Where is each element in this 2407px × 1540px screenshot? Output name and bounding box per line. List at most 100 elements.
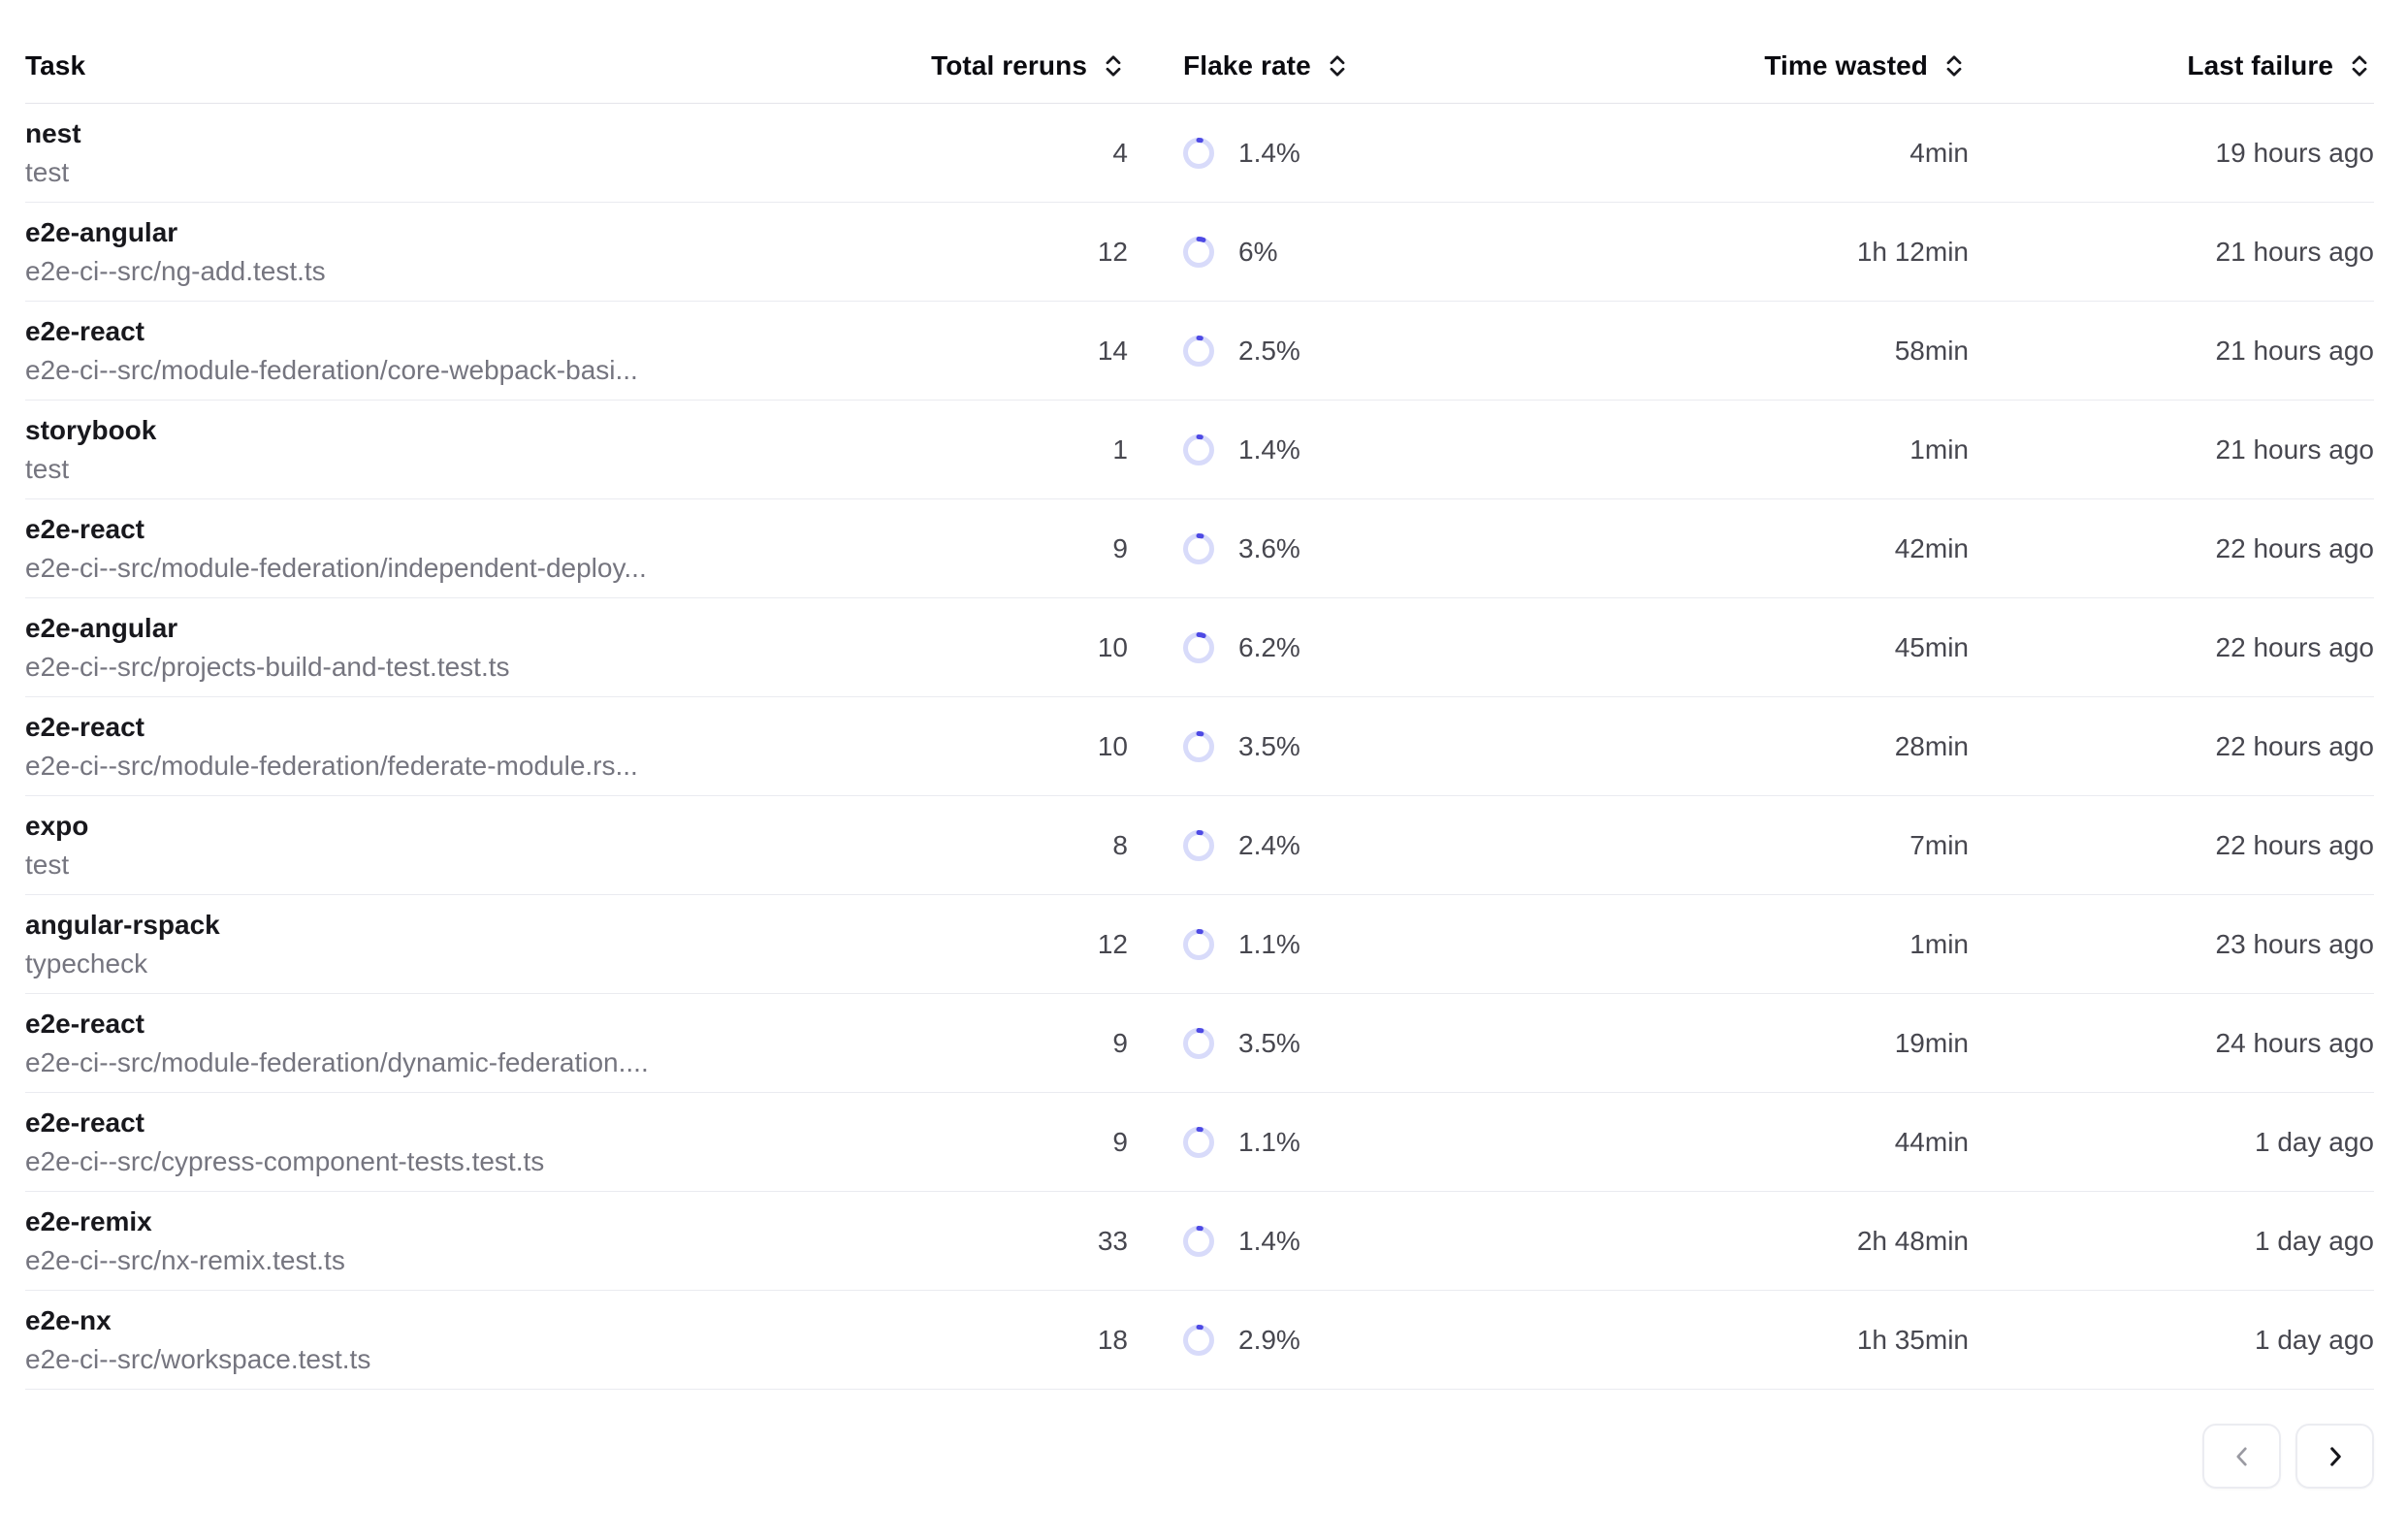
column-label: Last failure (2187, 50, 2333, 81)
flake-rate-cell: 2.9% (1128, 1325, 1552, 1356)
table-row[interactable]: nest test 4 1.4% 4min 19 hours ago (25, 104, 2374, 203)
task-name: expo (25, 810, 902, 843)
last-failure-value: 21 hours ago (1969, 434, 2374, 465)
time-wasted-value: 58min (1552, 336, 1969, 367)
task-target: e2e-ci--src/cypress-component-tests.test… (25, 1145, 902, 1178)
task-name: storybook (25, 414, 902, 447)
total-reruns-value: 9 (902, 533, 1128, 564)
table-row[interactable]: e2e-angular e2e-ci--src/ng-add.test.ts 1… (25, 203, 2374, 302)
task-cell: nest test (25, 117, 902, 189)
last-failure-value: 1 day ago (1969, 1325, 2374, 1356)
previous-page-button[interactable] (2202, 1424, 2281, 1489)
column-header-flake-rate[interactable]: Flake rate (1128, 50, 1552, 81)
table-row[interactable]: angular-rspack typecheck 12 1.1% 1min 23… (25, 895, 2374, 994)
time-wasted-value: 28min (1552, 731, 1969, 762)
flake-rate-donut-icon (1183, 1325, 1214, 1356)
flake-rate-donut-icon (1183, 533, 1214, 564)
task-target: e2e-ci--src/module-federation/dynamic-fe… (25, 1046, 902, 1079)
table-row[interactable]: storybook test 1 1.4% 1min 21 hours ago (25, 401, 2374, 499)
flake-rate-cell: 1.4% (1128, 434, 1552, 465)
time-wasted-value: 44min (1552, 1127, 1969, 1158)
task-cell: e2e-react e2e-ci--src/module-federation/… (25, 513, 902, 585)
table-row[interactable]: e2e-react e2e-ci--src/cypress-component-… (25, 1093, 2374, 1192)
column-header-last-failure[interactable]: Last failure (1969, 50, 2374, 81)
flake-rate-donut-icon (1183, 632, 1214, 663)
column-label: Total reruns (931, 50, 1087, 81)
table-row[interactable]: e2e-angular e2e-ci--src/projects-build-a… (25, 598, 2374, 697)
task-cell: e2e-react e2e-ci--src/module-federation/… (25, 315, 902, 387)
sort-up-down-icon[interactable] (2345, 51, 2374, 80)
task-cell: e2e-react e2e-ci--src/module-federation/… (25, 711, 902, 783)
task-name: nest (25, 117, 902, 150)
table-row[interactable]: e2e-nx e2e-ci--src/workspace.test.ts 18 … (25, 1291, 2374, 1390)
sort-up-down-icon[interactable] (1940, 51, 1969, 80)
flake-rate-value: 1.1% (1238, 929, 1300, 960)
time-wasted-value: 1min (1552, 434, 1969, 465)
table-row[interactable]: e2e-react e2e-ci--src/module-federation/… (25, 302, 2374, 401)
task-target: test (25, 453, 902, 486)
table-body: nest test 4 1.4% 4min 19 hours ago e2e-a… (25, 104, 2374, 1390)
time-wasted-value: 1h 12min (1552, 237, 1969, 268)
flake-rate-donut-icon (1183, 929, 1214, 960)
flake-rate-cell: 1.4% (1128, 138, 1552, 169)
task-cell: angular-rspack typecheck (25, 909, 902, 980)
flake-rate-cell: 3.5% (1128, 731, 1552, 762)
flake-rate-cell: 1.4% (1128, 1226, 1552, 1257)
total-reruns-value: 12 (902, 929, 1128, 960)
flake-rate-donut-icon (1183, 138, 1214, 169)
chevron-left-icon (2230, 1444, 2255, 1469)
flake-rate-donut-icon (1183, 1226, 1214, 1257)
task-target: e2e-ci--src/module-federation/independen… (25, 552, 902, 585)
total-reruns-value: 10 (902, 731, 1128, 762)
task-cell: e2e-nx e2e-ci--src/workspace.test.ts (25, 1304, 902, 1376)
flake-rate-value: 3.5% (1238, 1028, 1300, 1059)
flake-rate-cell: 1.1% (1128, 929, 1552, 960)
last-failure-value: 21 hours ago (1969, 336, 2374, 367)
total-reruns-value: 33 (902, 1226, 1128, 1257)
total-reruns-value: 9 (902, 1028, 1128, 1059)
flake-rate-donut-icon (1183, 731, 1214, 762)
time-wasted-value: 7min (1552, 830, 1969, 861)
column-header-time-wasted[interactable]: Time wasted (1552, 50, 1969, 81)
task-name: e2e-react (25, 513, 902, 546)
flake-rate-value: 1.4% (1238, 138, 1300, 169)
flake-rate-value: 3.6% (1238, 533, 1300, 564)
flake-rate-value: 1.4% (1238, 434, 1300, 465)
task-cell: storybook test (25, 414, 902, 486)
sort-up-down-icon[interactable] (1099, 51, 1128, 80)
task-target: e2e-ci--src/projects-build-and-test.test… (25, 651, 902, 684)
task-target: test (25, 849, 902, 882)
flake-rate-donut-icon (1183, 237, 1214, 268)
column-header-total-reruns[interactable]: Total reruns (902, 50, 1128, 81)
task-cell: e2e-react e2e-ci--src/cypress-component-… (25, 1107, 902, 1178)
sort-up-down-icon[interactable] (1323, 51, 1352, 80)
flake-rate-value: 6.2% (1238, 632, 1300, 663)
flake-rate-value: 3.5% (1238, 731, 1300, 762)
flake-rate-cell: 6.2% (1128, 632, 1552, 663)
task-target: test (25, 156, 902, 189)
flake-rate-value: 2.9% (1238, 1325, 1300, 1356)
total-reruns-value: 18 (902, 1325, 1128, 1356)
flaky-tasks-page: Task Total reruns Flake rate Time wasted… (0, 0, 2407, 1540)
table-row[interactable]: e2e-react e2e-ci--src/module-federation/… (25, 697, 2374, 796)
flake-rate-donut-icon (1183, 434, 1214, 465)
task-name: e2e-angular (25, 612, 902, 645)
flake-rate-value: 6% (1238, 237, 1277, 268)
total-reruns-value: 1 (902, 434, 1128, 465)
task-target: e2e-ci--src/module-federation/federate-m… (25, 750, 902, 783)
task-name: e2e-react (25, 315, 902, 348)
flake-rate-cell: 3.5% (1128, 1028, 1552, 1059)
chevron-right-icon (2323, 1444, 2348, 1469)
flake-rate-donut-icon (1183, 336, 1214, 367)
table-row[interactable]: e2e-react e2e-ci--src/module-federation/… (25, 499, 2374, 598)
next-page-button[interactable] (2295, 1424, 2374, 1489)
last-failure-value: 22 hours ago (1969, 632, 2374, 663)
time-wasted-value: 2h 48min (1552, 1226, 1969, 1257)
table-row[interactable]: e2e-react e2e-ci--src/module-federation/… (25, 994, 2374, 1093)
table-row[interactable]: e2e-remix e2e-ci--src/nx-remix.test.ts 3… (25, 1192, 2374, 1291)
flake-rate-cell: 2.4% (1128, 830, 1552, 861)
time-wasted-value: 42min (1552, 533, 1969, 564)
task-target: e2e-ci--src/workspace.test.ts (25, 1343, 902, 1376)
table-row[interactable]: expo test 8 2.4% 7min 22 hours ago (25, 796, 2374, 895)
task-cell: expo test (25, 810, 902, 882)
